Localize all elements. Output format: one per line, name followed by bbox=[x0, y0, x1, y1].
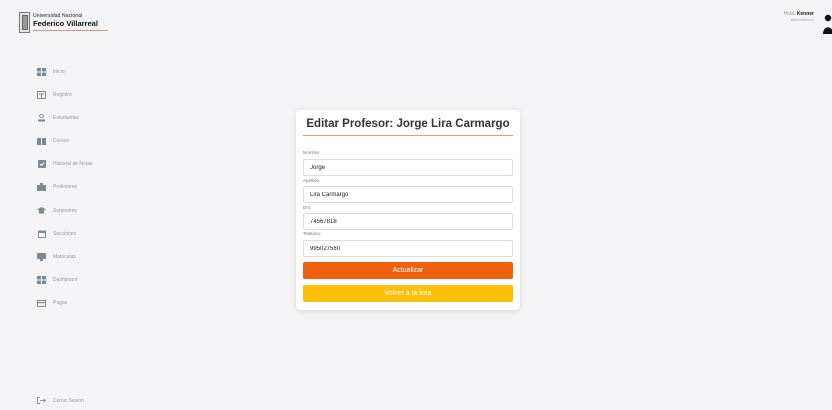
user-greeting: Hola, Kenner bbox=[783, 11, 814, 18]
sidebar-item-pagos[interactable]: Pagos bbox=[37, 298, 92, 309]
sidebar-item-label: Inicio bbox=[53, 68, 65, 75]
sidebar-item-label: Cursos bbox=[53, 138, 69, 145]
graduation-cap-icon bbox=[37, 206, 46, 215]
sidebar-item-secciones[interactable]: Secciones bbox=[37, 228, 92, 239]
logout-button[interactable]: Cerrar Sesión bbox=[37, 396, 84, 405]
sidebar-item-label: Registro bbox=[53, 91, 72, 98]
sidebar-item-label: Profesores bbox=[53, 184, 78, 191]
sidebar-item-semestres[interactable]: Semestres bbox=[37, 205, 92, 216]
logo-line2: Federico Villarreal bbox=[33, 19, 98, 29]
sidebar-item-dashboard[interactable]: Dashboard bbox=[37, 275, 92, 286]
user-info: Hola, Kenner Administrador bbox=[783, 11, 814, 22]
register-icon bbox=[37, 90, 46, 99]
apellido-label: Apellido: bbox=[303, 178, 321, 183]
telefono-label: Telefono: bbox=[303, 231, 322, 236]
sidebar-item-profesores[interactable]: Profesores bbox=[37, 182, 92, 193]
sidebar-item-registro[interactable]: Registro bbox=[37, 89, 92, 100]
university-logo[interactable]: Universidad Nacional Federico Villarreal bbox=[19, 12, 108, 33]
logout-label: Cerrar Sesión bbox=[53, 397, 84, 404]
grid-icon bbox=[37, 67, 46, 76]
sidebar-item-matriculas[interactable]: Matriculas bbox=[37, 252, 92, 263]
back-to-list-button[interactable]: Volver a la lista bbox=[303, 285, 513, 302]
form-title: Editar Profesor: Jorge Lira Carmargo bbox=[306, 118, 510, 130]
book-icon bbox=[37, 137, 46, 146]
nombre-field[interactable] bbox=[303, 159, 513, 176]
sidebar-item-label: Matriculas bbox=[53, 254, 76, 260]
sidebar-item-cursos[interactable]: Cursos bbox=[37, 136, 92, 147]
sidebar-item-label: Pagos bbox=[53, 300, 68, 307]
sidebar-nav: Inicio Registro Estudiantes Cursos Histo… bbox=[37, 66, 92, 321]
user-role: Administrador bbox=[790, 17, 814, 22]
sidebar: Universidad Nacional Federico Villarreal… bbox=[0, 0, 150, 410]
crest-icon bbox=[19, 12, 30, 33]
user-name: Kenner bbox=[796, 11, 814, 17]
telefono-field[interactable] bbox=[303, 240, 513, 257]
apellido-field[interactable] bbox=[303, 186, 513, 203]
dni-label: Dni: bbox=[303, 205, 312, 210]
grades-icon bbox=[37, 160, 46, 169]
edit-professor-card: Editar Profesor: Jorge Lira Carmargo Nom… bbox=[296, 110, 520, 310]
nombre-label: Nombre: bbox=[303, 150, 321, 155]
update-button[interactable]: Actualizar bbox=[303, 262, 513, 279]
user-avatar-icon[interactable] bbox=[822, 14, 832, 34]
sidebar-item-label: Estudiantes bbox=[53, 114, 80, 121]
dni-field[interactable] bbox=[303, 213, 513, 230]
calendar-icon bbox=[37, 229, 46, 238]
student-icon bbox=[37, 113, 46, 122]
sidebar-item-label: Secciones bbox=[53, 230, 77, 237]
enrollment-icon bbox=[37, 253, 46, 262]
card-icon bbox=[37, 299, 46, 308]
sidebar-item-inicio[interactable]: Inicio bbox=[37, 66, 92, 77]
sidebar-item-label: Semestres bbox=[53, 207, 77, 214]
sidebar-item-label: Historial de Notas bbox=[53, 161, 93, 168]
building-icon bbox=[37, 183, 46, 192]
sidebar-item-historial[interactable]: Historial de Notas bbox=[37, 159, 92, 170]
title-divider bbox=[303, 135, 513, 136]
sidebar-item-estudiantes[interactable]: Estudiantes bbox=[37, 112, 92, 123]
logo-divider bbox=[33, 29, 108, 31]
sidebar-item-label: Dashboard bbox=[53, 277, 78, 284]
logout-icon bbox=[37, 396, 46, 405]
dashboard-icon bbox=[37, 276, 46, 285]
greeting-text: Hola, bbox=[783, 11, 796, 17]
